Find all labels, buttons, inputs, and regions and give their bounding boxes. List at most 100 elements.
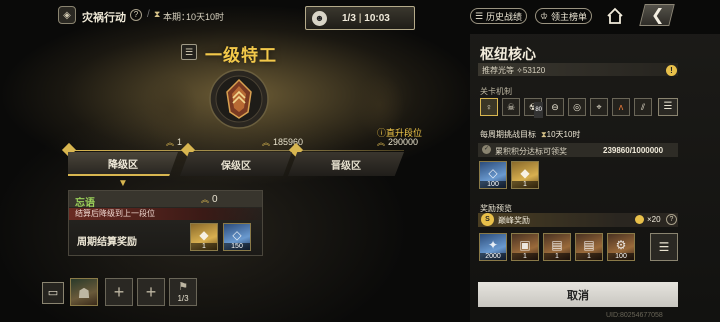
plus-icon: + xyxy=(145,282,157,302)
preview-more-button[interactable]: ☰ xyxy=(650,233,678,261)
reward-count: 2000 xyxy=(480,253,506,260)
mode-title: 灾祸行动 xyxy=(82,12,126,24)
stage-title: 枢纽核心 xyxy=(480,46,536,62)
wings-badge-icon: ✦ xyxy=(487,238,499,252)
zone-demote: 降级区 xyxy=(68,152,178,176)
crosshair-icon: ⌖ xyxy=(596,102,602,112)
mechanic-fire[interactable]: ʌ xyxy=(612,98,630,116)
gold-chest-icon: ◆ xyxy=(520,166,530,180)
demote-threshold: ︽ 1 xyxy=(166,137,182,148)
mechanic-crosshair[interactable]: ⌖ xyxy=(590,98,608,116)
game-screen: ◈ 灾祸行动 ? / ⧗ 本期： 10天10时 ☻ 1/3 | 10:03 ☰ … xyxy=(0,0,720,322)
slash-icon: ⫽ xyxy=(640,102,645,112)
preview-reward-item[interactable]: ▤ 1 xyxy=(543,233,571,261)
reward-count: 100 xyxy=(480,181,506,188)
timer-time: 10:03 xyxy=(364,13,390,24)
leaderboard-button[interactable]: ♔ 领主榜单 xyxy=(535,8,592,24)
reward-count: 1 xyxy=(512,181,538,188)
rank-title: 一级特工 xyxy=(205,46,277,65)
reward-item[interactable]: ◇ 150 xyxy=(223,223,251,251)
preview-reward-item[interactable]: ⚙ 100 xyxy=(607,233,635,261)
help-icon[interactable]: ? xyxy=(666,214,677,225)
reward-count: 1 xyxy=(191,243,217,250)
reward-item[interactable]: ◆ 1 xyxy=(190,223,218,251)
rank-chevron-icon: ︽ xyxy=(166,138,174,147)
weekly-goal-label: 每周期挑战目标 xyxy=(480,130,536,139)
flag-slot[interactable]: ⚑ 1/3 xyxy=(169,278,197,306)
rank-list-icon[interactable]: ☰ xyxy=(181,44,197,60)
preview-reward-item[interactable]: ▣ 1 xyxy=(511,233,539,261)
rank-chevron-icon: ︽ xyxy=(262,138,270,147)
promote-threshold: ︽ 290000 xyxy=(377,137,418,148)
leaderboard-label: 领主榜单 xyxy=(551,11,588,22)
chevron-left-icon: ❮ xyxy=(651,7,665,24)
settlement-reward-label: 周期结算奖励 xyxy=(77,237,137,248)
weekly-reward-item[interactable]: ◇ 100 xyxy=(479,161,507,189)
rank-chevron-icon: ︽ xyxy=(377,138,385,147)
plus-icon: + xyxy=(113,282,125,302)
mechanic-minus[interactable]: ⊖ xyxy=(546,98,564,116)
preview-reward-item[interactable]: ▤ 1 xyxy=(575,233,603,261)
player-points: ︽ 0 xyxy=(201,194,218,205)
target-icon: ◎ xyxy=(573,102,581,112)
separator: / xyxy=(147,9,150,20)
weekly-time-value: 10天10时 xyxy=(546,130,581,139)
player-name: 忘语 xyxy=(75,198,95,209)
top-bar: ◈ 灾祸行动 ? / ⧗ 本期： 10天10时 ☻ 1/3 | 10:03 ☰ … xyxy=(0,0,720,32)
mechanic-slash[interactable]: ⫽ xyxy=(634,98,652,116)
crown-icon: ♔ xyxy=(539,10,549,21)
recommended-power: 推荐光等 ✧53120 xyxy=(482,66,546,75)
mechanic-level: 80 xyxy=(534,102,543,118)
reward-count: 100 xyxy=(608,253,634,260)
cube-icon: ▣ xyxy=(519,238,531,252)
check-icon: ✓ xyxy=(482,145,491,154)
mechanics-more-button[interactable]: ☰ xyxy=(658,98,678,116)
mechanic-boss[interactable]: ☢ 80 xyxy=(524,98,543,118)
weekly-reward-item[interactable]: ◆ 1 xyxy=(511,161,539,189)
mode-emblem-icon: ◈ xyxy=(58,6,76,24)
rank-zones: 降级区 保级区 晋级区 xyxy=(68,152,404,176)
peak-badge-icon: S xyxy=(481,213,494,226)
chat-icon[interactable]: ▭ xyxy=(42,282,64,304)
hourglass-icon: ⧗ xyxy=(154,9,161,19)
gear-icon: ⚙ xyxy=(615,238,627,252)
reward-count: 1 xyxy=(544,253,570,260)
peak-reward-label: 巅峰奖励 xyxy=(498,216,530,225)
crystal-icon: ◇ xyxy=(232,228,242,242)
demotion-warning: 结算后降级到上一段位 xyxy=(69,208,262,220)
zone-promote: 晋级区 xyxy=(288,152,404,176)
history-records-button[interactable]: ☰ 历史战绩 xyxy=(470,8,527,24)
rank-chevron-icon: ︽ xyxy=(201,195,209,204)
agent-icon: ♀ xyxy=(485,102,493,112)
preview-reward-item[interactable]: ✦ 2000 xyxy=(479,233,507,261)
home-icon[interactable] xyxy=(605,6,625,26)
minus-circle-icon: ⊖ xyxy=(551,102,559,112)
mechanic-target[interactable]: ◎ xyxy=(568,98,586,116)
demote-points: 1 xyxy=(177,137,183,147)
coin-icon xyxy=(635,215,644,224)
add-member-button[interactable]: + xyxy=(105,278,133,306)
current-position-pointer-icon: ▼ xyxy=(118,178,128,189)
rank-emblem-icon xyxy=(209,69,269,129)
reward-count: 1 xyxy=(512,253,538,260)
gold-chest-icon: ◆ xyxy=(199,228,209,242)
list-icon: ☰ xyxy=(663,101,673,112)
chest-icon: ▤ xyxy=(583,238,595,252)
rank-progress-line xyxy=(68,150,404,151)
timer-text: 1/3 | 10:03 xyxy=(342,13,390,24)
add-member-button[interactable]: + xyxy=(137,278,165,306)
hero-slot[interactable]: ☗ xyxy=(70,278,98,306)
hero-portrait-icon: ☗ xyxy=(77,285,91,301)
skull-icon: ☠ xyxy=(506,102,516,112)
help-button[interactable]: ? xyxy=(130,9,142,21)
cancel-button[interactable]: 取消 xyxy=(478,282,678,307)
claim-text: 累积积分达标可领奖 xyxy=(495,147,567,156)
list-icon: ☰ xyxy=(658,240,670,254)
warning-icon[interactable]: ! xyxy=(666,65,677,76)
stage-info-panel xyxy=(470,34,720,322)
mechanic-agent[interactable]: ♀ xyxy=(480,98,498,116)
mechanic-skull[interactable]: ☠ xyxy=(502,98,520,116)
timer-face-icon: ☻ xyxy=(312,11,327,26)
fire-icon: ʌ xyxy=(618,102,624,112)
player-points-value: 0 xyxy=(212,194,218,205)
